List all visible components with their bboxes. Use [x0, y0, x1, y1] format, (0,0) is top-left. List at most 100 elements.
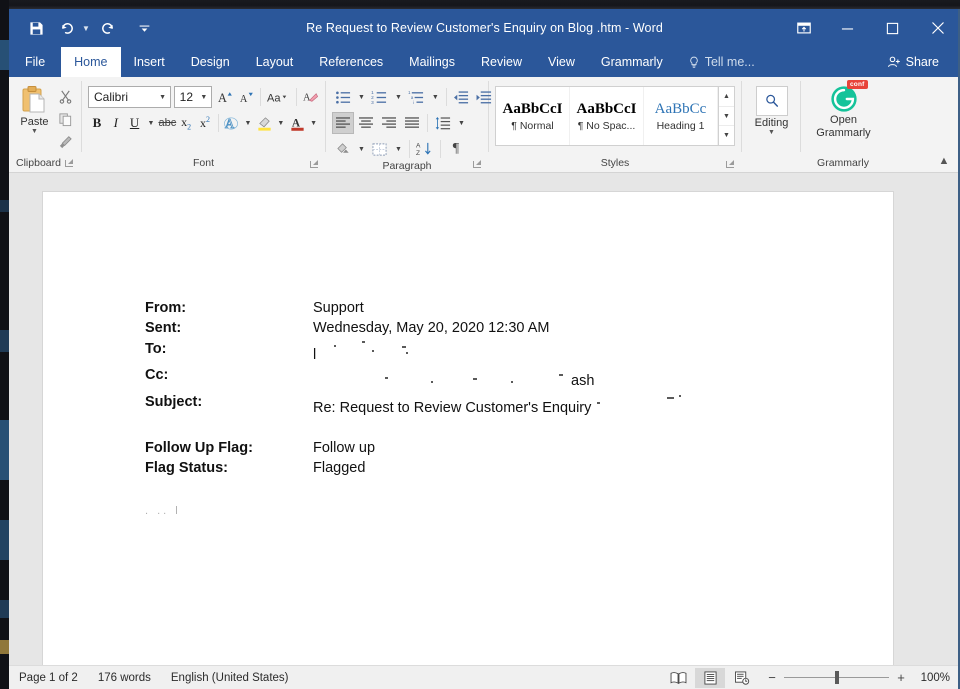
strikethrough-button[interactable]: abc: [158, 112, 176, 134]
font-size-combo[interactable]: 12 ▼: [173, 86, 212, 108]
print-layout-view-button[interactable]: [695, 667, 725, 688]
style-no-spacing[interactable]: AaBbCcI ¶ No Spac...: [570, 87, 644, 145]
tab-layout[interactable]: Layout: [243, 47, 307, 77]
tab-home[interactable]: Home: [61, 47, 121, 77]
line-spacing-button[interactable]: [432, 112, 454, 134]
italic-button[interactable]: I: [107, 112, 125, 134]
clipboard-dialog-launcher[interactable]: [64, 158, 74, 168]
web-layout-view-button[interactable]: [727, 668, 757, 688]
style-heading-1[interactable]: AaBbCc Heading 1: [644, 87, 718, 145]
tell-me-box[interactable]: Tell me...: [676, 47, 767, 77]
document-page[interactable]: From: Support Sent: Wednesday, May 20, 2…: [43, 192, 893, 665]
multilevel-list-button[interactable]: 1 a i: [406, 86, 428, 108]
borders-button[interactable]: [369, 138, 391, 160]
format-painter-button[interactable]: [54, 132, 76, 153]
styles-scroll-up-button[interactable]: ▲: [719, 87, 734, 107]
center-button[interactable]: [355, 112, 377, 134]
maximize-icon[interactable]: [870, 9, 915, 47]
undo-icon[interactable]: [54, 15, 80, 41]
grammarly-group-label-row: Grammarly: [801, 156, 885, 172]
page-indicator[interactable]: Page 1 of 2: [9, 672, 88, 684]
zoom-slider-track[interactable]: [784, 671, 889, 684]
word-count[interactable]: 176 words: [88, 672, 161, 684]
styles-dialog-launcher[interactable]: [726, 160, 735, 169]
clear-formatting-button[interactable]: A: [300, 86, 320, 108]
tab-grammarly[interactable]: Grammarly: [588, 47, 676, 77]
redo-icon[interactable]: [95, 15, 121, 41]
show-formatting-marks-button[interactable]: ¶: [445, 138, 467, 160]
align-right-button[interactable]: [378, 112, 400, 134]
tab-review[interactable]: Review: [468, 47, 535, 77]
tab-view[interactable]: View: [535, 47, 588, 77]
save-icon[interactable]: [23, 15, 49, 41]
styles-scroll-down-button[interactable]: ▼: [719, 107, 734, 127]
document-canvas[interactable]: From: Support Sent: Wednesday, May 20, 2…: [9, 173, 960, 665]
align-left-button[interactable]: [332, 112, 354, 134]
minimize-icon[interactable]: [825, 9, 870, 47]
open-grammarly-button[interactable]: conf Open Grammarly: [807, 80, 880, 140]
share-button[interactable]: Share: [873, 49, 952, 75]
text-effects-caret[interactable]: ▼: [242, 120, 255, 127]
highlight-color-button[interactable]: [255, 112, 273, 134]
styles-gallery[interactable]: AaBbCcI ¶ Normal AaBbCcI ¶ No Spac... Aa…: [495, 86, 735, 146]
zoom-slider-thumb[interactable]: [834, 671, 839, 684]
font-color-button[interactable]: A: [288, 112, 306, 134]
cut-button[interactable]: [54, 86, 76, 107]
editing-dropdown-caret[interactable]: ▼: [768, 129, 775, 136]
zoom-in-button[interactable]: +: [896, 670, 906, 685]
line-spacing-caret[interactable]: ▼: [455, 120, 468, 127]
zoom-out-button[interactable]: −: [767, 670, 777, 685]
find-icon[interactable]: [755, 86, 788, 116]
font-name-caret[interactable]: ▼: [156, 94, 170, 101]
read-mode-view-button[interactable]: [663, 668, 693, 688]
tab-design[interactable]: Design: [178, 47, 243, 77]
numbering-button[interactable]: 1 2 3: [369, 86, 391, 108]
borders-caret[interactable]: ▼: [392, 146, 405, 153]
zoom-control[interactable]: − +: [759, 670, 914, 685]
paste-dropdown-caret[interactable]: ▼: [31, 128, 38, 135]
bullets-button[interactable]: [332, 86, 354, 108]
paragraph-dialog-launcher[interactable]: [473, 160, 482, 169]
undo-dropdown-caret[interactable]: ▼: [82, 24, 90, 33]
paste-button[interactable]: Paste ▼: [15, 82, 54, 135]
superscript-button[interactable]: x2: [196, 112, 214, 134]
underline-button[interactable]: U: [126, 112, 144, 134]
tab-mailings[interactable]: Mailings: [396, 47, 468, 77]
decrease-indent-button[interactable]: [451, 86, 473, 108]
bullets-caret[interactable]: ▼: [355, 94, 368, 101]
font-size-caret[interactable]: ▼: [197, 94, 211, 101]
styles-gallery-scrollbar[interactable]: ▲ ▼ ▼: [718, 87, 734, 145]
text-effects-button[interactable]: A: [223, 112, 241, 134]
style-normal[interactable]: AaBbCcI ¶ Normal: [496, 87, 570, 145]
font-color-caret[interactable]: ▼: [307, 120, 320, 127]
numbering-caret[interactable]: ▼: [392, 94, 405, 101]
editing-button[interactable]: Editing ▼: [748, 82, 795, 136]
bold-button[interactable]: B: [88, 112, 106, 134]
copy-button[interactable]: [54, 109, 76, 130]
multilevel-list-caret[interactable]: ▼: [429, 94, 442, 101]
language-indicator[interactable]: English (United States): [161, 672, 299, 684]
shading-caret[interactable]: ▼: [355, 146, 368, 153]
subscript-button[interactable]: x2: [177, 112, 195, 134]
zoom-level-label[interactable]: 100%: [916, 672, 950, 684]
grow-font-button[interactable]: A: [216, 86, 236, 108]
sort-button[interactable]: A Z: [414, 138, 436, 160]
shrink-font-button[interactable]: A: [236, 86, 256, 108]
font-dialog-launcher[interactable]: [310, 160, 319, 169]
subject-label: Subject:: [145, 393, 203, 410]
ribbon-display-options-icon[interactable]: [783, 9, 825, 47]
tab-insert[interactable]: Insert: [121, 47, 178, 77]
justify-button[interactable]: [401, 112, 423, 134]
tab-file[interactable]: File: [9, 47, 62, 77]
shading-button[interactable]: [332, 138, 354, 160]
collapse-ribbon-button[interactable]: ▲: [934, 152, 954, 170]
change-case-button[interactable]: Aa: [265, 86, 292, 108]
highlight-color-caret[interactable]: ▼: [274, 120, 287, 127]
font-group-label: Font: [192, 157, 214, 169]
tab-references[interactable]: References: [306, 47, 396, 77]
font-name-combo[interactable]: Calibri ▼: [88, 86, 171, 108]
close-icon[interactable]: [915, 9, 960, 47]
styles-more-button[interactable]: ▼: [719, 126, 734, 145]
customize-qat-icon[interactable]: [132, 15, 158, 41]
underline-dropdown-caret[interactable]: ▼: [144, 120, 157, 127]
